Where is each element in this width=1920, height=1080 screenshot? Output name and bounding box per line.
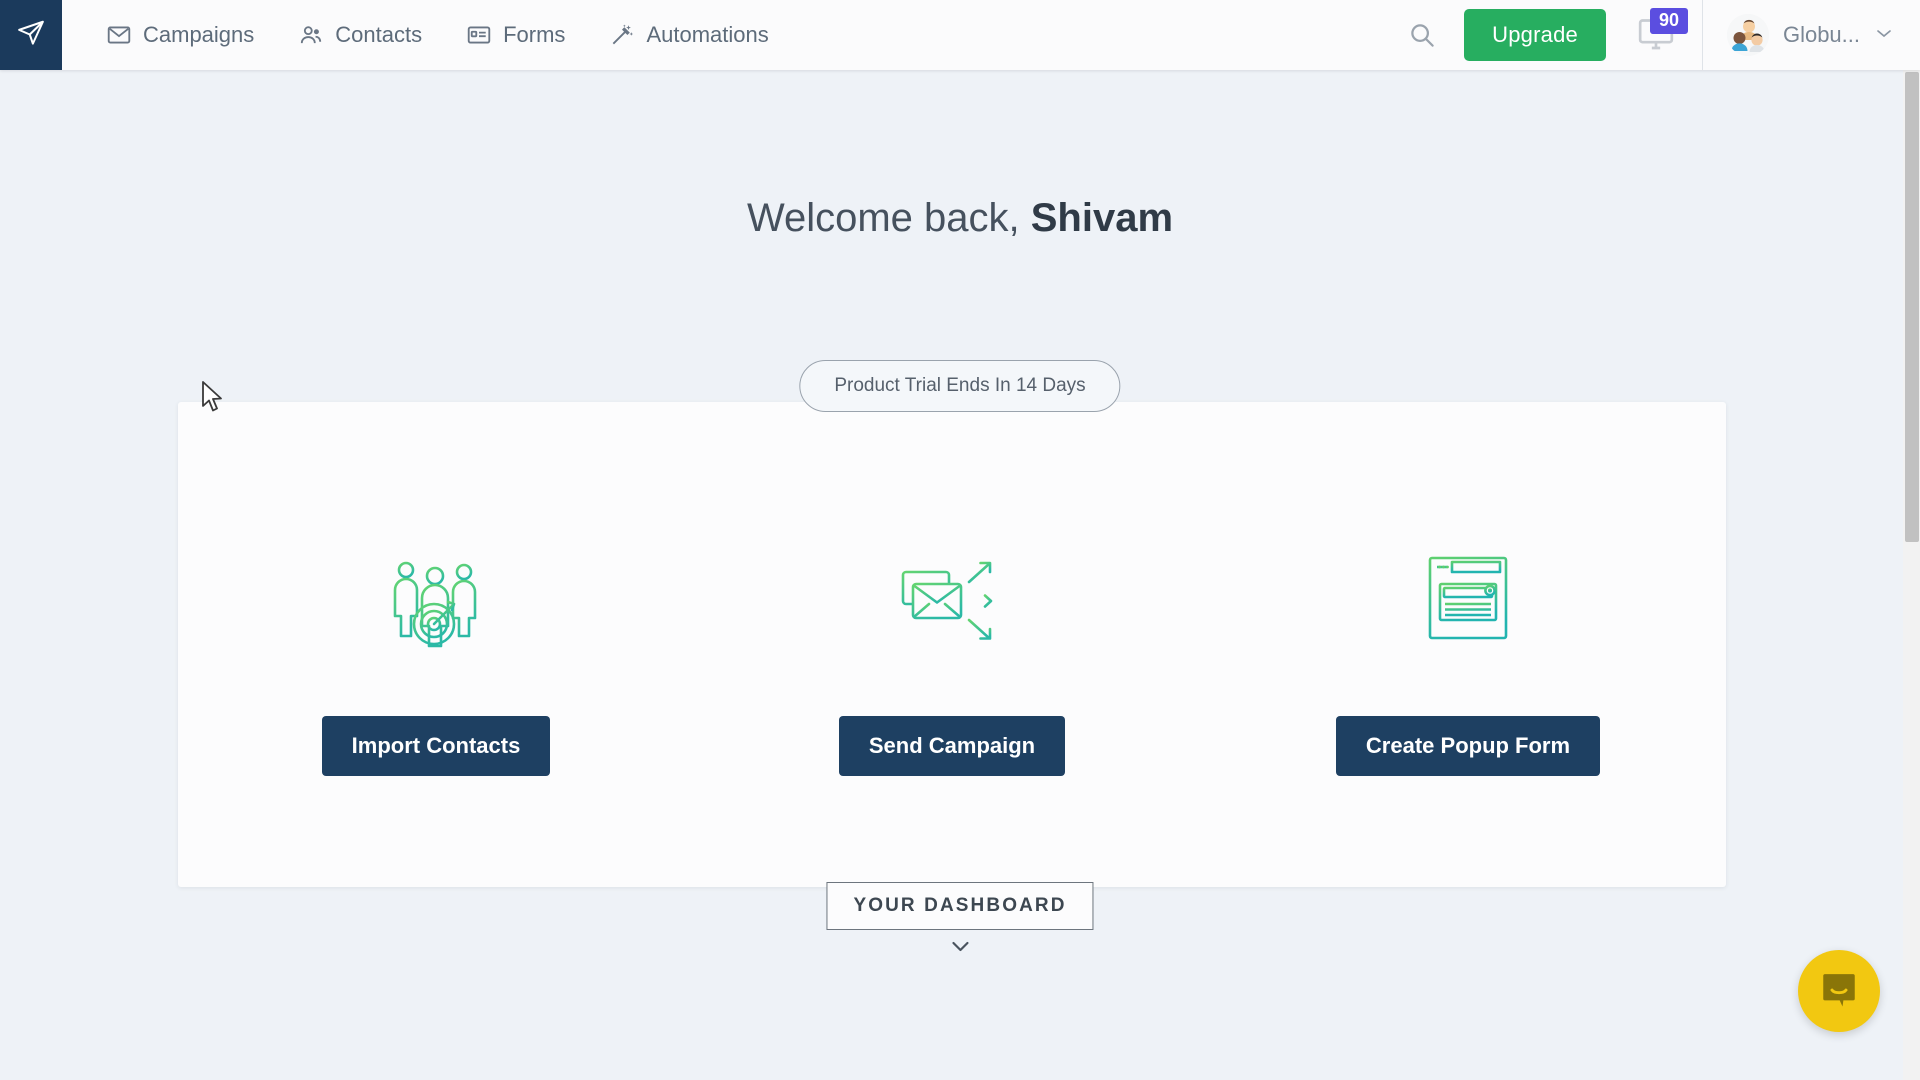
quick-action-send-campaign: Send Campaign bbox=[694, 538, 1210, 776]
nav-label-automations: Automations bbox=[646, 22, 769, 47]
nav-divider bbox=[1701, 0, 1703, 70]
upgrade-button[interactable]: Upgrade bbox=[1464, 9, 1606, 61]
trial-notice-badge: Product Trial Ends In 14 Days bbox=[799, 360, 1121, 412]
page-title: Welcome back, Shivam bbox=[0, 196, 1920, 241]
welcome-username: Shivam bbox=[1030, 196, 1174, 240]
quick-actions-list: Import Contacts Send Campaign Create Pop… bbox=[178, 402, 1726, 887]
send-campaign-button[interactable]: Send Campaign bbox=[838, 715, 1066, 776]
form-icon bbox=[466, 22, 492, 48]
account-menu[interactable]: Globu... bbox=[1709, 0, 1920, 70]
send-envelopes-icon bbox=[897, 538, 1007, 658]
popup-form-icon bbox=[1418, 538, 1518, 658]
quick-action-import-contacts: Import Contacts bbox=[178, 538, 694, 776]
paper-plane-icon bbox=[16, 18, 46, 53]
notification-badge: 90 bbox=[1649, 8, 1688, 34]
app-logo[interactable] bbox=[0, 0, 62, 70]
envelope-icon bbox=[106, 22, 132, 48]
chat-launcher-button[interactable] bbox=[1798, 950, 1880, 1032]
nav-label-campaigns: Campaigns bbox=[143, 22, 255, 47]
main-content: Welcome back, Shivam Product Trial Ends … bbox=[0, 70, 1920, 1080]
magic-wand-icon bbox=[609, 22, 635, 48]
chevron-down-icon[interactable] bbox=[947, 938, 973, 959]
nav-label-contacts: Contacts bbox=[335, 22, 423, 47]
nav-item-automations[interactable]: Automations bbox=[587, 0, 790, 70]
group-avatar bbox=[1726, 14, 1769, 56]
nav-item-contacts[interactable]: Contacts bbox=[276, 0, 444, 70]
people-target-icon bbox=[384, 538, 488, 658]
nav-item-campaigns[interactable]: Campaigns bbox=[84, 0, 276, 70]
import-contacts-button[interactable]: Import Contacts bbox=[321, 715, 551, 776]
quick-action-create-popup-form: Create Popup Form bbox=[1210, 538, 1726, 776]
top-navbar: Campaigns Contacts Forms Automations Upg… bbox=[0, 0, 1920, 70]
chevron-down-icon bbox=[1874, 25, 1894, 45]
account-name: Globu... bbox=[1782, 22, 1860, 47]
page-scrollbar-thumb[interactable] bbox=[1905, 72, 1919, 542]
quick-actions-card: Import Contacts Send Campaign Create Pop… bbox=[178, 402, 1726, 887]
search-icon[interactable] bbox=[1394, 7, 1450, 63]
chat-bubble-icon bbox=[1818, 968, 1860, 1015]
notifications-button[interactable]: 90 bbox=[1616, 0, 1696, 70]
primary-nav: Campaigns Contacts Forms Automations bbox=[84, 0, 791, 70]
your-dashboard-tab[interactable]: YOUR DASHBOARD bbox=[826, 882, 1094, 930]
people-icon bbox=[298, 22, 324, 48]
welcome-prefix: Welcome back, bbox=[746, 196, 1031, 240]
nav-item-forms[interactable]: Forms bbox=[444, 0, 587, 70]
dashboard-toggle: YOUR DASHBOARD bbox=[826, 882, 1094, 959]
create-popup-form-button[interactable]: Create Popup Form bbox=[1335, 715, 1601, 776]
nav-label-forms: Forms bbox=[503, 22, 566, 47]
